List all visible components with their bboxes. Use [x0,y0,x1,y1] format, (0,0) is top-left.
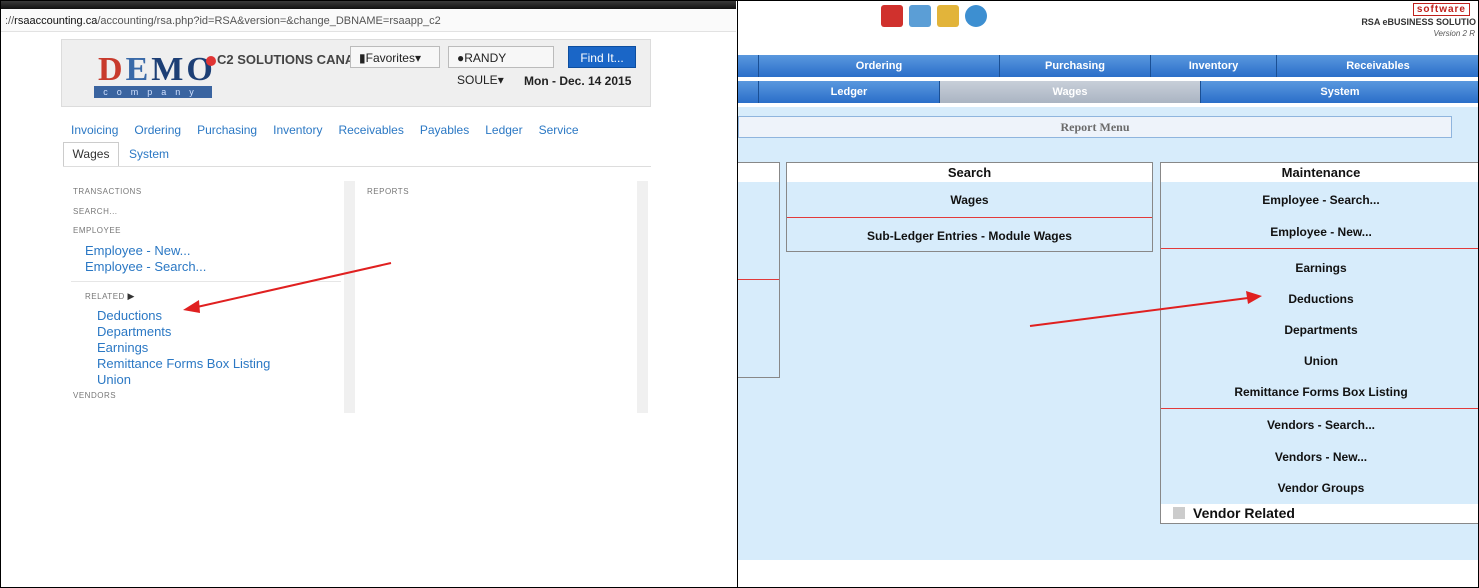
tab-wages[interactable]: Wages [63,142,119,167]
maint-deductions[interactable]: Deductions [1161,292,1478,306]
related-deductions[interactable]: Deductions [97,308,162,323]
maint-union[interactable]: Union [1161,354,1478,368]
new-ui-screenshot: ://rsaaccounting.ca/accounting/rsa.php?i… [1,1,736,587]
url-text[interactable]: ://rsaaccounting.ca/accounting/rsa.php?i… [5,15,441,27]
nav-service[interactable]: Service [539,123,579,137]
related-remittance[interactable]: Remittance Forms Box Listing [97,356,270,371]
maintenance-header: Maintenance [1161,163,1478,182]
pdf-icon[interactable] [881,5,903,27]
maint-remittance[interactable]: Remittance Forms Box Listing [1161,385,1478,399]
nav-ordering[interactable]: Ordering [134,123,181,137]
related-union[interactable]: Union [97,372,131,387]
search-icon[interactable] [965,5,987,27]
nav-receivables[interactable]: Receivables [338,123,403,137]
menu-row-1: Ordering Purchasing Inventory Receivable… [738,55,1478,77]
triangle-right-icon: ▶ [127,291,135,301]
maint-departments[interactable]: Departments [1161,323,1478,337]
mail-icon[interactable] [937,5,959,27]
maint-employee-search[interactable]: Employee - Search... [1161,193,1478,207]
transactions-scrollbar[interactable] [344,181,355,413]
reports-heading: REPORTS [367,187,410,196]
module-nav: Invoicing Ordering Purchasing Inventory Rece… [71,123,595,137]
search-link[interactable]: SEARCH... [73,207,118,216]
nav-ledger[interactable]: Ledger [485,123,522,137]
related-departments[interactable]: Departments [97,324,171,339]
nav-inventory[interactable]: Inventory [273,123,322,137]
browser-url-bar[interactable]: ://rsaaccounting.ca/accounting/rsa.php?i… [1,1,736,32]
menu-wages[interactable]: Wages [939,81,1200,103]
search-header: Search [787,163,1152,182]
search-sub-ledger[interactable]: Sub-Ledger Entries - Module Wages [787,229,1152,243]
user-menu-button[interactable]: ●RANDY SOULE▾ [448,46,554,87]
menu-ordering[interactable]: Ordering [758,55,999,77]
maint-vendors-search[interactable]: Vendors - Search... [1161,418,1478,432]
find-it-button[interactable]: Find It... [568,46,636,68]
related-heading[interactable]: RELATED ▶ [85,291,135,302]
menu-ledger[interactable]: Ledger [758,81,939,103]
report-menu-bar[interactable]: Report Menu [738,116,1452,138]
search-panel: Search Wages Sub-Ledger Entries - Module… [786,162,1153,252]
current-date: Mon - Dec. 14 2015 [524,74,632,88]
employee-new-link[interactable]: Employee - New... [85,243,191,258]
menu-inventory[interactable]: Inventory [1150,55,1276,77]
toolbar-icons [881,5,993,31]
demo-company-logo: DEMO company [94,50,216,98]
plus-icon [1173,507,1185,519]
vendors-heading: VENDORS [73,391,117,400]
refresh-icon[interactable] [909,5,931,27]
menu-row-2: Ledger Wages System [738,81,1478,103]
chevron-down-icon: ▾ [497,73,504,87]
chevron-down-icon: ▾ [414,51,421,65]
brand-software: software [1412,3,1470,16]
nav-purchasing[interactable]: Purchasing [197,123,257,137]
transactions-heading: TRANSACTIONS [73,187,142,196]
employee-search-link[interactable]: Employee - Search... [85,259,206,274]
brand-name: RSA eBUSINESS SOLUTIO [1361,17,1476,27]
browser-top-bar [1,1,736,9]
reports-scrollbar[interactable] [637,181,648,413]
nav-payables[interactable]: Payables [420,123,469,137]
menu-system[interactable]: System [1200,81,1478,103]
bookmark-icon: ▮ [359,51,366,65]
maint-vendors-new[interactable]: Vendors - New... [1161,450,1478,464]
maint-earnings[interactable]: Earnings [1161,261,1478,275]
related-earnings[interactable]: Earnings [97,340,148,355]
brand-version: Version 2 R [1433,29,1476,38]
tab-system[interactable]: System [129,147,169,161]
app-header: DEMO company C2 SOLUTIONS CANADA ▮Favori… [61,39,651,107]
old-ui-screenshot: software RSA eBUSINESS SOLUTIO Version 2… [738,1,1478,587]
employee-heading: EMPLOYEE [73,226,122,235]
favorites-button[interactable]: ▮Favorites▾ [350,46,440,68]
logo-dot-icon [206,56,216,66]
partial-left-panel [738,162,780,378]
nav-invoicing[interactable]: Invoicing [71,123,118,137]
maint-employee-new[interactable]: Employee - New... [1161,225,1478,239]
search-wages[interactable]: Wages [787,193,1152,207]
vendor-related-toggle[interactable]: Vendor Related [1161,504,1478,523]
tab-divider [63,166,651,167]
section-divider [71,281,341,282]
menu-purchasing[interactable]: Purchasing [999,55,1150,77]
maintenance-panel: Maintenance Employee - Search... Employe… [1160,162,1478,524]
maint-vendor-groups[interactable]: Vendor Groups [1161,481,1478,495]
menu-receivables[interactable]: Receivables [1276,55,1478,77]
